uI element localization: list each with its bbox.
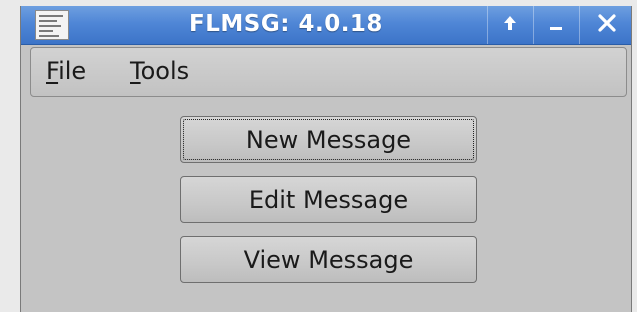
minimize-button[interactable] (533, 6, 577, 44)
menu-tools[interactable]: Tools (130, 57, 189, 85)
view-message-button[interactable]: View Message (180, 236, 477, 283)
close-button[interactable] (579, 6, 633, 44)
menu-bar: File Tools (30, 47, 627, 97)
arrow-up-icon (503, 15, 517, 35)
menu-tools-mnemonic: T (130, 57, 141, 85)
minimize-icon (549, 15, 563, 35)
document-icon (35, 10, 69, 40)
menu-tools-label: ools (140, 57, 190, 85)
edit-message-button[interactable]: Edit Message (180, 176, 477, 223)
menu-file-mnemonic: F (46, 57, 59, 85)
shade-button[interactable] (487, 6, 531, 44)
menu-file-label: ile (58, 57, 87, 85)
window-title: FLMSG: 4.0.18 (189, 11, 383, 37)
flmsg-window: FLMSG: 4.0.18 File Tools New Message Edi… (20, 6, 632, 312)
close-icon (597, 14, 616, 36)
desktop: FLMSG: 4.0.18 File Tools New Message Edi… (0, 0, 637, 312)
menu-file[interactable]: File (46, 57, 86, 85)
new-message-button[interactable]: New Message (180, 116, 477, 163)
title-bar[interactable]: FLMSG: 4.0.18 (21, 6, 631, 45)
